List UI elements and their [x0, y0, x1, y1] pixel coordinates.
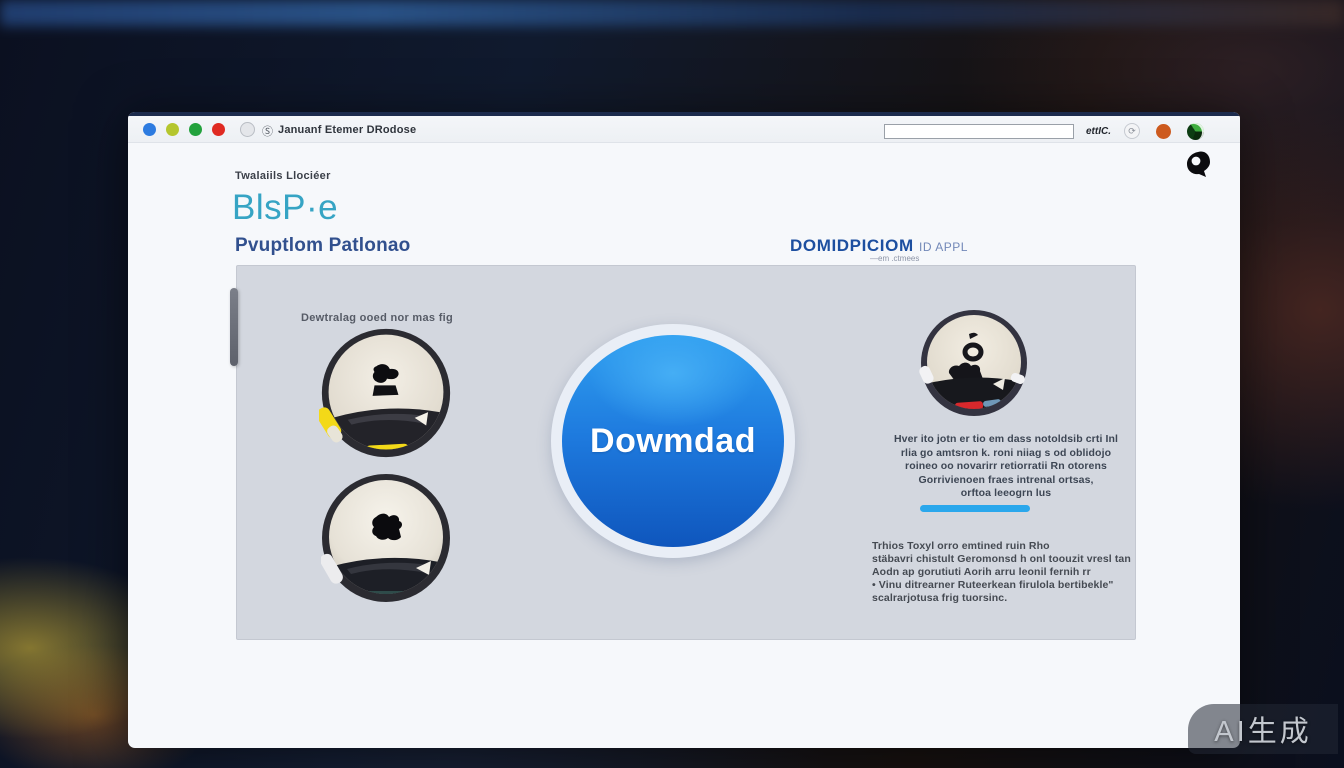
tab-title[interactable]: Januanf Etemer DRodose	[278, 124, 416, 136]
tab-glyph-icon: Ⓢ	[262, 123, 273, 139]
info-paragraph-top: Hver ito jotn er tio em dass notoldsib c…	[872, 433, 1140, 501]
info-line: roineo oo novarirr retiorratii Rn otoren…	[872, 460, 1140, 474]
window-control-green-button[interactable]	[189, 123, 202, 136]
toolbar-right-label: ettIC.	[1086, 126, 1111, 137]
info-line: Aodn ap gorutiuti Aorih arru leonil fern…	[872, 566, 1147, 579]
brand-logo[interactable]: BlsP·e	[232, 188, 338, 228]
info-line: Hver ito jotn er tio em dass notoldsib c…	[872, 433, 1140, 447]
device-photo-bottom-icon	[321, 473, 451, 603]
window-control-blue-button[interactable]	[143, 123, 156, 136]
progress-bar	[920, 505, 1030, 512]
brand-tagline: Twalaiils Llociéer	[235, 170, 331, 182]
browser-window: Ⓢ Januanf Etemer DRodose ettIC. ⟳ Twalai…	[128, 112, 1240, 748]
scrollbar-thumb[interactable]	[230, 288, 238, 366]
section-heading-right-suffix: ID APPL	[919, 240, 968, 254]
info-line: stäbavri chistult Geromonsd h onl toouzi…	[872, 553, 1147, 566]
window-control-red-button[interactable]	[212, 123, 225, 136]
section-heading-right: DOMIDPICIOM ID APPL	[790, 236, 968, 256]
tab-favicon-icon	[240, 122, 255, 137]
bird-icon	[1184, 150, 1214, 184]
info-line: rlia go amtsron k. roni niiag s od oblid…	[872, 447, 1140, 461]
device-photo-right-icon	[919, 308, 1029, 418]
section-heading-right-main: DOMIDPICIOM	[790, 236, 914, 255]
download-button-label: Dowmdad	[590, 422, 756, 461]
info-line: orftoa leeogrn lus	[872, 487, 1140, 501]
window-control-chartreuse-button[interactable]	[166, 123, 179, 136]
background-light-streak	[0, 0, 1344, 26]
page-title: Pvuptlom Patlonao	[235, 235, 410, 257]
info-line: • Vinu ditrearner Ruteerkean firulola be…	[872, 579, 1147, 592]
reload-button[interactable]: ⟳	[1124, 123, 1140, 139]
info-line: scalrarjotusa frig tuorsinc.	[872, 592, 1147, 605]
device-photo-top-icon	[319, 326, 453, 460]
info-line: Gorrivienoen fraes intrenal ortsas,	[872, 474, 1140, 488]
section-heading-right-subtext: —em .ctmees	[870, 254, 919, 263]
info-line: Trhios Toxyl orro emtined ruin Rho	[872, 540, 1147, 553]
browser-toolbar: Ⓢ Januanf Etemer DRodose ettIC. ⟳	[128, 116, 1240, 143]
profile-green-button[interactable]	[1187, 123, 1204, 140]
reload-icon: ⟳	[1128, 126, 1136, 136]
download-button-face: Dowmdad	[562, 335, 784, 547]
ai-generated-watermark: AI生成	[1188, 704, 1338, 754]
info-paragraph-bottom: Trhios Toxyl orro emtined ruin Rho stäba…	[872, 540, 1147, 605]
extension-orange-button[interactable]	[1156, 124, 1171, 139]
panel-caption: Dewtralag ooed nor mas fig	[301, 312, 453, 324]
photo-background: Ⓢ Januanf Etemer DRodose ettIC. ⟳ Twalai…	[0, 0, 1344, 768]
address-input[interactable]	[884, 124, 1074, 139]
download-button[interactable]: Dowmdad	[551, 324, 795, 558]
download-panel: Dewtralag ooed nor mas fig	[236, 265, 1136, 640]
